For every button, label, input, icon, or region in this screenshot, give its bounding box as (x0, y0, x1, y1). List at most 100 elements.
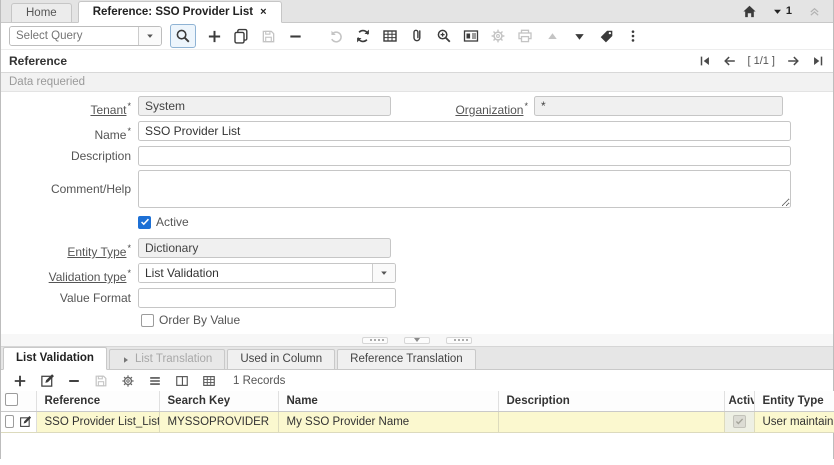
column-header-reference[interactable]: Reference (36, 391, 160, 412)
entity-type-field[interactable] (138, 238, 391, 258)
detail-toolbar: 1 Records (1, 370, 833, 391)
validation-type-dropdown-button[interactable] (372, 264, 395, 282)
zoom-across-button[interactable] (435, 27, 453, 45)
split-panel-icon (176, 375, 188, 386)
tab-reference-label: Reference: SSO Provider List (92, 6, 254, 18)
detail-record-button[interactable] (570, 27, 588, 45)
row-select-checkbox[interactable] (5, 415, 14, 428)
refresh-icon (357, 29, 369, 43)
tab-list-validation[interactable]: List Validation (3, 347, 107, 370)
window-header-right: 1 (741, 0, 823, 22)
new-record-button[interactable] (205, 27, 223, 45)
tab-home[interactable]: Home (11, 3, 72, 22)
column-header-description[interactable]: Description (498, 391, 725, 412)
more-actions-button[interactable] (624, 27, 642, 45)
tenant-field[interactable] (138, 96, 391, 116)
comment-help-label: Comment/Help (50, 182, 131, 196)
validation-type-label[interactable]: Validation type* (1, 263, 131, 284)
tenant-label[interactable]: Tenant* (1, 96, 131, 117)
name-field[interactable] (138, 121, 791, 141)
parent-record-button[interactable] (543, 27, 561, 45)
home-button[interactable] (741, 2, 759, 20)
delete-record-button[interactable] (286, 27, 304, 45)
minus-icon (289, 34, 301, 38)
pane-splitter[interactable] (1, 334, 833, 347)
organization-label[interactable]: Organization* (361, 96, 528, 117)
order-by-value-label: Order By Value (159, 313, 241, 327)
plus-icon (208, 30, 220, 42)
record-navigation: [ 1/1 ] (697, 54, 825, 69)
organization-field[interactable] (534, 96, 783, 116)
column-header-entity-type[interactable]: Entity Type (754, 391, 834, 412)
last-record-button[interactable] (810, 54, 825, 69)
previous-record-button[interactable] (722, 54, 737, 69)
printer-icon (518, 29, 532, 43)
select-all-checkbox[interactable] (5, 392, 18, 406)
next-record-button[interactable] (785, 54, 800, 69)
check-icon (735, 418, 743, 424)
splitter-grip-right[interactable] (446, 336, 472, 344)
status-bar: Data requeried (1, 73, 833, 92)
refresh-button[interactable] (354, 27, 372, 45)
comment-help-field[interactable] (138, 170, 791, 208)
column-header-name[interactable]: Name (278, 391, 499, 412)
close-icon[interactable]: × (260, 6, 266, 18)
splitter-collapse-button[interactable] (404, 336, 430, 344)
undo-button[interactable] (327, 27, 345, 45)
tab-list-translation[interactable]: List Translation (108, 349, 226, 369)
collapse-header-button[interactable] (805, 2, 823, 20)
customize-button[interactable] (489, 27, 507, 45)
grid-toggle-button[interactable] (381, 27, 399, 45)
detail-grid-view-button[interactable] (200, 372, 218, 390)
chevron-double-up-icon (809, 7, 819, 16)
save-button[interactable] (259, 27, 277, 45)
label-button[interactable] (597, 27, 615, 45)
save-icon (95, 375, 107, 386)
detail-empty-area (1, 432, 833, 465)
arrow-right-icon (787, 56, 799, 66)
active-checkbox[interactable] (138, 215, 151, 229)
tab-reference-sso-provider-list[interactable]: Reference: SSO Provider List × (77, 1, 282, 23)
column-header-active[interactable]: Active (724, 391, 755, 412)
rows-icon (150, 376, 160, 385)
grid-icon (383, 30, 397, 42)
column-header-search-key[interactable]: Search Key (159, 391, 279, 412)
desktop-selector[interactable]: 1 (772, 5, 792, 17)
print-button[interactable] (516, 27, 534, 45)
detail-quick-form-button[interactable] (146, 372, 164, 390)
detail-customize-button[interactable] (119, 372, 137, 390)
order-by-value-checkbox[interactable] (141, 313, 154, 327)
caret-down-icon (147, 34, 153, 38)
caret-down-icon (381, 271, 387, 275)
paperclip-icon (413, 29, 421, 42)
detail-new-button[interactable] (11, 372, 29, 390)
detail-delete-button[interactable] (65, 372, 83, 390)
detail-edit-button[interactable] (38, 372, 56, 390)
table-row[interactable]: SSO Provider List_List Val... MYSSOPROVI… (1, 411, 834, 433)
select-query-input[interactable] (10, 27, 138, 45)
select-query-dropdown-button[interactable] (138, 27, 161, 45)
tab-used-in-column[interactable]: Used in Column (227, 349, 336, 369)
save-icon (262, 30, 274, 42)
active-label: Active (156, 215, 189, 229)
edit-icon (19, 416, 31, 427)
desktop-number: 1 (785, 5, 792, 17)
detail-toggle-panel-button[interactable] (173, 372, 191, 390)
tab-reference-translation[interactable]: Reference Translation (337, 349, 476, 369)
attachment-button[interactable] (408, 27, 426, 45)
value-format-field[interactable] (138, 288, 396, 308)
detail-save-button[interactable] (92, 372, 110, 390)
search-button[interactable] (170, 24, 196, 48)
entity-type-label[interactable]: Entity Type* (1, 238, 131, 259)
splitter-grip-left[interactable] (362, 336, 388, 344)
validation-type-input[interactable] (139, 264, 372, 282)
report-button[interactable] (462, 27, 480, 45)
search-icon (176, 29, 190, 43)
status-message: Data requeried (9, 76, 86, 88)
row-edit-button[interactable] (19, 415, 32, 429)
window-tab-bar: Home Reference: SSO Provider List × 1 (1, 0, 833, 23)
description-field[interactable] (138, 146, 791, 166)
first-record-button[interactable] (697, 54, 712, 69)
first-record-icon (700, 56, 709, 66)
copy-record-button[interactable] (232, 27, 250, 45)
